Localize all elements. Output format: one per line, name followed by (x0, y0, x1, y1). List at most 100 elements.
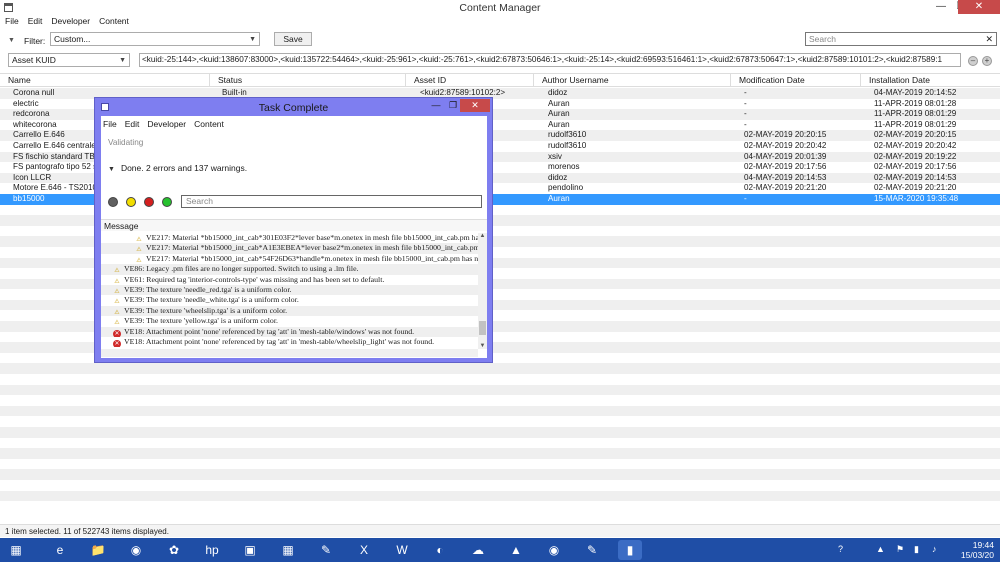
add-icon[interactable]: + (982, 56, 992, 66)
filter-select[interactable]: Custom... ▼ (50, 32, 260, 46)
message-horizontal-scrollbar[interactable] (101, 349, 478, 357)
warning-icon: ⚠ (114, 298, 120, 306)
message-list: ⚠ VE217: Material *bb15000_int_cab*301E03… (101, 233, 478, 349)
col-asset-id[interactable]: Asset ID (405, 74, 533, 87)
message-text: VE18: Attachment point 'none' referenced… (124, 336, 435, 346)
message-row[interactable]: ⚠ VE39: The texture 'needle_white.tga' is… (101, 295, 478, 305)
menu-content[interactable]: Content (99, 15, 129, 28)
dialog-close-button[interactable]: ✕ (460, 99, 490, 112)
cell-author: Auran (548, 193, 570, 203)
onedrive-icon[interactable]: ☁ (466, 540, 490, 560)
dialog-menu-content[interactable]: Content (194, 119, 224, 129)
cell-inst: 02-MAY-2019 20:19:22 (874, 151, 957, 161)
dialog-menu-edit[interactable]: Edit (125, 119, 140, 129)
empty-row (0, 501, 1000, 512)
message-row[interactable]: ⚠ VE39: The texture 'wheelslip.tga' is a … (101, 305, 478, 317)
cell-author: xsiv (548, 151, 562, 161)
col-install-date[interactable]: Installation Date (860, 74, 1000, 87)
calculator-icon[interactable]: ▣ (238, 540, 262, 560)
content-manager-icon[interactable]: ▮ (618, 540, 642, 560)
message-row[interactable]: ⚠ VE39: The texture 'yellow.tga' is a uni… (101, 316, 478, 326)
menu-file[interactable]: File (5, 15, 19, 28)
result-summary[interactable]: ▼ Done. 2 errors and 137 warnings. (108, 163, 247, 173)
message-row[interactable]: ⚠ VE217: Material *bb15000_int_cab*301E03… (101, 233, 478, 243)
cell-mod: - (744, 88, 747, 97)
col-status[interactable]: Status (209, 74, 405, 87)
menu-developer[interactable]: Developer (51, 15, 90, 28)
clock[interactable]: 19:44 15/03/20 (961, 540, 994, 560)
result-text: Done. 2 errors and 137 warnings. (120, 163, 248, 173)
scroll-down-icon[interactable]: ▼ (478, 343, 487, 349)
paint-icon[interactable]: ✎ (314, 540, 338, 560)
filter-row: ▼ Filter: Custom... ▼ Save Search ✕ (0, 31, 1000, 49)
internet-explorer-icon[interactable]: e (48, 540, 72, 560)
sketch-icon[interactable]: ✎ (580, 540, 604, 560)
collapse-triangle-icon[interactable]: ▼ (108, 166, 115, 173)
empty-row (0, 459, 1000, 470)
close-button[interactable]: ✕ (958, 0, 1000, 14)
filter-warning-dot-icon[interactable] (126, 197, 136, 207)
message-text: VE39: The texture 'needle_white.tga' is … (124, 295, 299, 305)
network-icon[interactable]: ▮ (914, 544, 919, 555)
cell-author: rudolf3610 (548, 140, 587, 150)
filter-all-dot-icon[interactable] (108, 197, 118, 207)
hp-icon[interactable]: hp (200, 540, 224, 560)
window-titlebar: Content Manager — ❐ ✕ (0, 0, 1000, 16)
taskbar: ▦ e 📁 ◉ ✿ hp ▣ ▦ ✎ X W ◐ ☁ ▲ ◉ ✎ ▮ ? ▲ ⚑… (0, 538, 1000, 562)
clear-search-icon[interactable]: ✕ (985, 33, 993, 45)
firefox-icon[interactable]: ◉ (542, 540, 566, 560)
photos-icon[interactable]: ✿ (162, 540, 186, 560)
word-icon[interactable]: W (390, 540, 414, 560)
chrome-icon[interactable]: ◐ (428, 540, 452, 560)
scroll-up-icon[interactable]: ▲ (478, 233, 487, 239)
message-row[interactable]: ⚠ VE86: Legacy .pm files are no longer su… (101, 264, 478, 275)
search-input[interactable]: Search ✕ (805, 32, 997, 46)
help-icon[interactable]: ? (838, 544, 843, 554)
message-text: VE39: The texture 'yellow.tga' is a unif… (124, 316, 278, 326)
save-button[interactable]: Save (274, 32, 312, 46)
message-vertical-scrollbar[interactable]: ▲ ▼ (478, 233, 487, 349)
dialog-menu-developer[interactable]: Developer (147, 119, 186, 129)
warning-icon: ⚠ (136, 256, 142, 264)
empty-row (0, 448, 1000, 459)
cell-inst: 02-MAY-2019 20:17:56 (874, 162, 957, 172)
kuid-list-field[interactable]: <kuid:-25:144>,<kuid:138607:83000>,<kuid… (139, 53, 961, 67)
col-mod-date[interactable]: Modification Date (730, 74, 860, 87)
vlc-icon[interactable]: ▲ (504, 540, 528, 560)
window-title: Content Manager (459, 2, 541, 14)
action-center-icon[interactable]: ⚑ (896, 544, 904, 555)
message-column-header[interactable]: Message (101, 219, 487, 231)
menu-edit[interactable]: Edit (28, 15, 43, 28)
search-placeholder: Search (809, 34, 836, 44)
excel-icon[interactable]: X (352, 540, 376, 560)
minimize-button[interactable]: — (930, 0, 952, 14)
message-row[interactable]: ⚠ VE217: Material *bb15000_int_cab*54F26D… (101, 254, 478, 264)
filter-collapse-icon[interactable]: ▼ (8, 37, 15, 44)
task-complete-dialog: Task Complete — ❐ ✕ File Edit Developer Con… (94, 97, 493, 363)
col-author[interactable]: Author Username (533, 74, 730, 87)
empty-row (0, 438, 1000, 449)
filter-ok-dot-icon[interactable] (162, 197, 172, 207)
cell-mod: - (744, 119, 747, 129)
tray-expand-icon[interactable]: ▲ (876, 544, 885, 554)
notepad-icon[interactable]: ▦ (276, 540, 300, 560)
filter-error-dot-icon[interactable] (144, 197, 154, 207)
cell-author: Auran (548, 98, 570, 108)
message-row[interactable]: ⚠ VE39: The texture 'needle_red.tga' is a… (101, 284, 478, 296)
message-row[interactable]: ⚠ VE61: Required tag 'interior-controls-t… (101, 275, 478, 285)
message-row[interactable]: ✕ VE18: Attachment point 'none' reference… (101, 326, 478, 337)
windows-start-icon[interactable]: ▦ (4, 540, 28, 560)
message-row[interactable]: ✕ VE18: Attachment point 'none' reference… (101, 336, 478, 348)
remove-icon[interactable]: – (968, 56, 978, 66)
file-explorer-icon[interactable]: 📁 (86, 540, 110, 560)
media-player-icon[interactable]: ◉ (124, 540, 148, 560)
empty-row (0, 427, 1000, 438)
volume-icon[interactable]: ♪ (932, 544, 937, 554)
message-row[interactable]: ⚠ VE217: Material *bb15000_int_cab*A1E3EB… (101, 243, 478, 254)
dialog-search-input[interactable]: Search (181, 195, 482, 208)
cell-mod: - (744, 193, 747, 203)
asset-kuid-select[interactable]: Asset KUID ▼ (8, 53, 130, 67)
dialog-menu-file[interactable]: File (103, 119, 117, 129)
col-name[interactable]: Name (0, 74, 209, 87)
scroll-thumb[interactable] (479, 321, 486, 335)
